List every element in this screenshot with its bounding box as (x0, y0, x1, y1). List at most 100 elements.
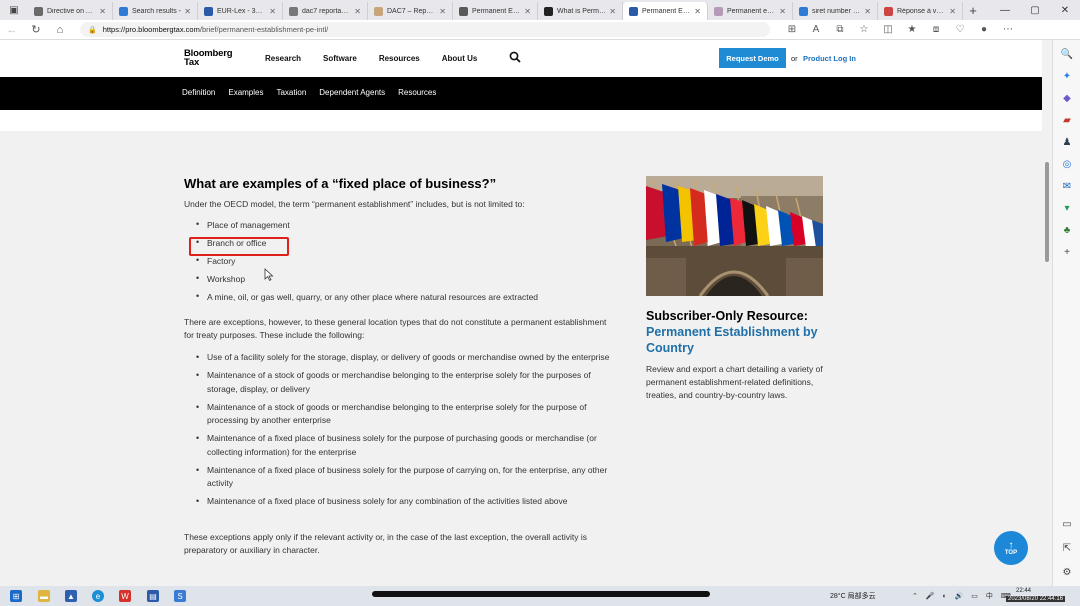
games-icon[interactable]: ♟ (1061, 136, 1073, 148)
request-demo-button[interactable]: Request Demo (719, 48, 786, 68)
home-button[interactable]: ⌂ (48, 20, 72, 40)
browser-tab[interactable]: Directive on Ad... ✕ (28, 2, 113, 20)
tab-favicon-icon (119, 6, 128, 16)
tab-close-icon[interactable]: ✕ (949, 7, 956, 16)
back-to-top-button[interactable]: ↑ TOP (994, 531, 1028, 565)
browser-tab[interactable]: DAC7 – Reportin...✕ (368, 2, 453, 20)
maximize-icon[interactable]: ▢ (1020, 0, 1050, 20)
tab-close-icon[interactable]: ✕ (524, 7, 531, 16)
subnav-item-resources[interactable]: Resources (398, 88, 436, 97)
list-item: Maintenance of a fixed place of business… (196, 464, 616, 491)
tab-close-icon[interactable]: ✕ (184, 7, 191, 16)
tab-close-icon[interactable]: ✕ (609, 7, 616, 16)
browser-tab[interactable]: Permanent Esta ✕ (623, 2, 708, 20)
url-field[interactable]: 🔒 https://pro.bloombergtax.com/brief/per… (80, 22, 770, 37)
top-button-label: TOP (1004, 549, 1018, 556)
word-app-icon[interactable]: ▤ (147, 590, 159, 602)
file-explorer-icon[interactable]: ▬ (38, 590, 50, 602)
split-screen-icon[interactable]: ⧉ (828, 20, 852, 40)
browser-tab[interactable]: Permanent Esta...✕ (453, 2, 538, 20)
product-login-link[interactable]: Product Log In (803, 54, 856, 63)
tab-close-icon[interactable]: ✕ (439, 7, 446, 16)
more-menu-icon[interactable]: ⋯ (996, 20, 1020, 40)
nav-item-research[interactable]: Research (265, 54, 301, 63)
logo-line2: Tax (184, 57, 200, 68)
browser-tab[interactable]: dac7 reportabl... ✕ (283, 2, 368, 20)
subnav-item-definition[interactable]: Definition (182, 88, 215, 97)
wps-office-icon[interactable]: W (119, 590, 131, 602)
taskbar-clock[interactable]: 22:44 (1016, 587, 1031, 595)
add-sidebar-icon[interactable]: + (1061, 246, 1073, 258)
read-aloud-icon[interactable]: A (804, 20, 828, 40)
scrollbar-thumb[interactable] (1045, 162, 1049, 262)
exceptions-paragraph: There are exceptions, however, to these … (184, 317, 607, 340)
list-item: Maintenance of a fixed place of business… (196, 432, 616, 459)
exceptions-list: Use of a facility solely for the storage… (196, 351, 616, 513)
split-tab-icon[interactable]: ◫ (876, 20, 900, 40)
back-button[interactable]: ← (0, 20, 24, 40)
tab-close-icon[interactable]: ✕ (99, 7, 106, 16)
resource-title: Subscriber-Only Resource: (646, 309, 808, 323)
browser-tab[interactable]: Permanent esta...✕ (708, 2, 793, 20)
tab-close-icon[interactable]: ✕ (779, 7, 786, 16)
nav-item-resources[interactable]: Resources (379, 54, 420, 63)
collections-icon[interactable]: ⧈ (924, 20, 948, 40)
closing-paragraph: These exceptions apply only if the relev… (184, 532, 588, 555)
profile-avatar[interactable]: ● (972, 20, 996, 40)
settings-gear-icon[interactable]: ⚙ (1061, 566, 1073, 578)
browser-essentials-icon[interactable]: ♡ (948, 20, 972, 40)
close-window-icon[interactable]: ✕ (1050, 0, 1080, 20)
tab-title: What is Perman... (557, 7, 607, 15)
browser-tab[interactable]: Réponse à vos q...✕ (878, 2, 963, 20)
mouse-cursor-icon (264, 268, 274, 284)
tab-title: Search results - (132, 7, 182, 15)
outlook-icon[interactable]: ✉ (1061, 180, 1073, 192)
tab-close-icon[interactable]: ✕ (269, 7, 276, 16)
subnav-item-dependent-agents[interactable]: Dependent Agents (319, 88, 385, 97)
subnav-item-examples[interactable]: Examples (228, 88, 263, 97)
browser-tab[interactable]: Search results - ✕ (113, 2, 198, 20)
or-text: or (791, 54, 798, 63)
list-item: Place of management (196, 219, 538, 238)
address-bar-row: ← ↻ ⌂ 🔒 https://pro.bloombergtax.com/bri… (0, 20, 1080, 40)
favorite-star-icon[interactable]: ☆ (852, 20, 876, 40)
resource-link[interactable]: Permanent Establishment by Country (646, 324, 836, 356)
tree-icon[interactable]: ♣ (1061, 224, 1073, 236)
discover-icon[interactable]: ✦ (1061, 70, 1073, 82)
edge-browser-icon[interactable]: e (92, 590, 104, 602)
tab-close-icon[interactable]: ✕ (354, 7, 361, 16)
new-tab-button[interactable]: + (963, 0, 983, 20)
tab-favicon-icon (714, 6, 723, 16)
minimize-icon[interactable]: — (990, 0, 1020, 20)
weather-widget[interactable]: 28°C 局部多云 (830, 591, 876, 601)
windows-start-icon[interactable]: ⊞ (10, 590, 22, 602)
photos-icon[interactable]: ▲ (65, 590, 77, 602)
page-scrollbar[interactable] (1042, 40, 1052, 586)
tools-icon[interactable]: ▰ (1061, 114, 1073, 126)
tab-actions-icon[interactable]: ▣ (0, 0, 28, 20)
external-link-icon[interactable]: ⇱ (1061, 542, 1073, 554)
system-tray-icons[interactable]: ⌃ 🎤 ◐ 🔊 ▭ 中 ⌨ (912, 591, 1014, 601)
bloomberg-tax-logo[interactable]: Bloomberg Tax (184, 49, 233, 68)
refresh-button[interactable]: ↻ (24, 20, 48, 40)
search-icon[interactable] (509, 51, 521, 66)
microsoft365-icon[interactable]: ◎ (1061, 158, 1073, 170)
tab-close-icon[interactable]: ✕ (694, 7, 701, 16)
app-icon[interactable]: S (174, 590, 186, 602)
main-content: What are examples of a “fixed place of b… (0, 110, 1042, 586)
shopping-icon[interactable]: ▾ (1061, 202, 1073, 214)
tab-close-icon[interactable]: ✕ (864, 7, 871, 16)
nav-item-about-us[interactable]: About Us (442, 54, 478, 63)
section-heading: What are examples of a “fixed place of b… (184, 176, 497, 191)
screen-icon[interactable]: ▭ (1061, 518, 1073, 530)
browser-tab[interactable]: What is Perman...✕ (538, 2, 623, 20)
browser-tab[interactable]: EUR-Lex - 3202...✕ (198, 2, 283, 20)
search-sidebar-icon[interactable]: 🔍 (1061, 48, 1073, 60)
subnav-item-taxation[interactable]: Taxation (276, 88, 306, 97)
nav-item-software[interactable]: Software (323, 54, 357, 63)
tag-icon[interactable]: ◆ (1061, 92, 1073, 104)
tab-favicon-icon (204, 6, 213, 16)
browser-tab[interactable]: siret number ch... ✕ (793, 2, 878, 20)
apps-icon[interactable]: ⊞ (780, 20, 804, 40)
favorites-icon[interactable]: ★ (900, 20, 924, 40)
